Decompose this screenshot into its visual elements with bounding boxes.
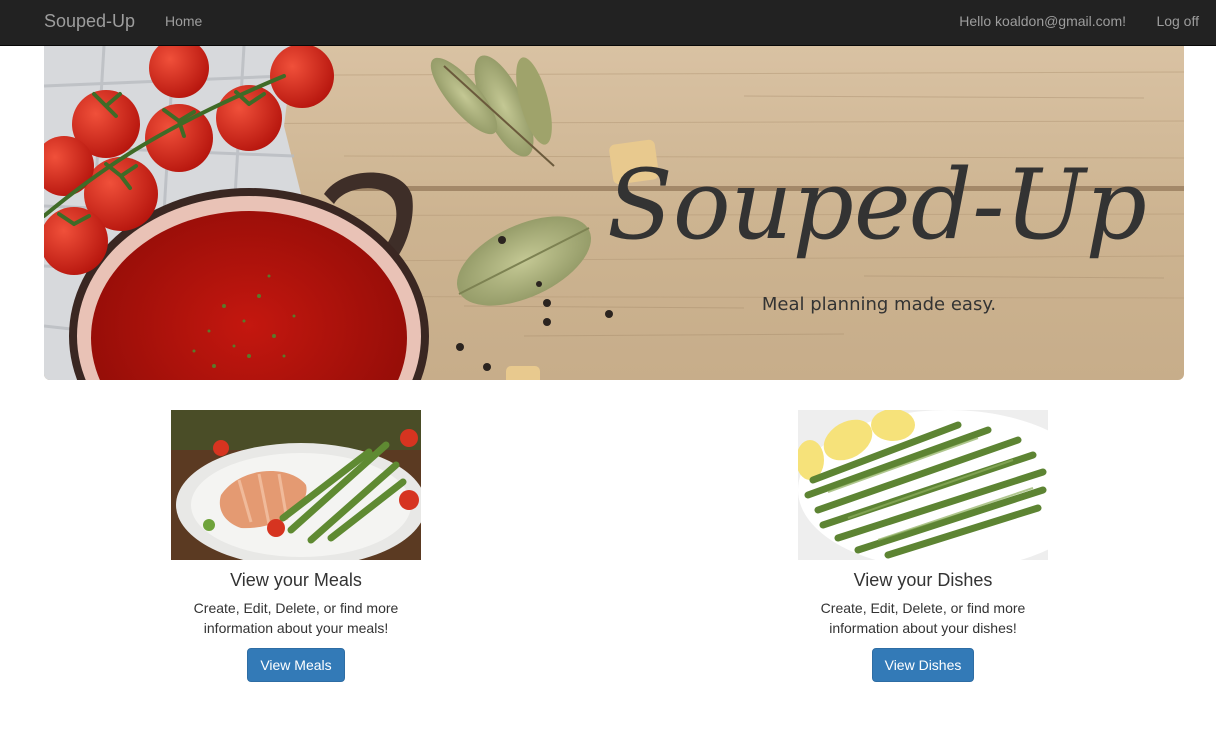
hero-tagline: Meal planning made easy. (762, 294, 996, 315)
dishes-card-description: Create, Edit, Delete, or find more infor… (820, 600, 1026, 636)
brand-link[interactable]: Souped-Up (44, 11, 135, 32)
meals-card-title: View your Meals (230, 570, 362, 590)
hero-title: Souped-Up (607, 149, 1147, 261)
dishes-card: View your Dishes Create, Edit, Delete, o… (763, 410, 1083, 682)
dishes-card-title: View your Dishes (853, 570, 993, 590)
hero-banner: Souped-Up Meal planning made easy. (44, 46, 1184, 380)
user-greeting-link[interactable]: Hello koaldon@gmail.com! (959, 13, 1126, 29)
meals-card: View your Meals Create, Edit, Delete, or… (136, 410, 456, 682)
top-navbar: Souped-Up Home Hello koaldon@gmail.com! … (0, 0, 1216, 46)
view-meals-button[interactable]: View Meals (247, 648, 345, 682)
nav-home-link[interactable]: Home (165, 13, 202, 29)
dishes-thumbnail (798, 410, 1048, 560)
hero-image: Souped-Up Meal planning made easy. (44, 46, 1184, 380)
view-dishes-button[interactable]: View Dishes (871, 648, 975, 682)
meals-thumbnail (171, 410, 421, 560)
meals-card-description: Create, Edit, Delete, or find more infor… (193, 600, 399, 636)
logoff-link[interactable]: Log off (1156, 13, 1199, 29)
